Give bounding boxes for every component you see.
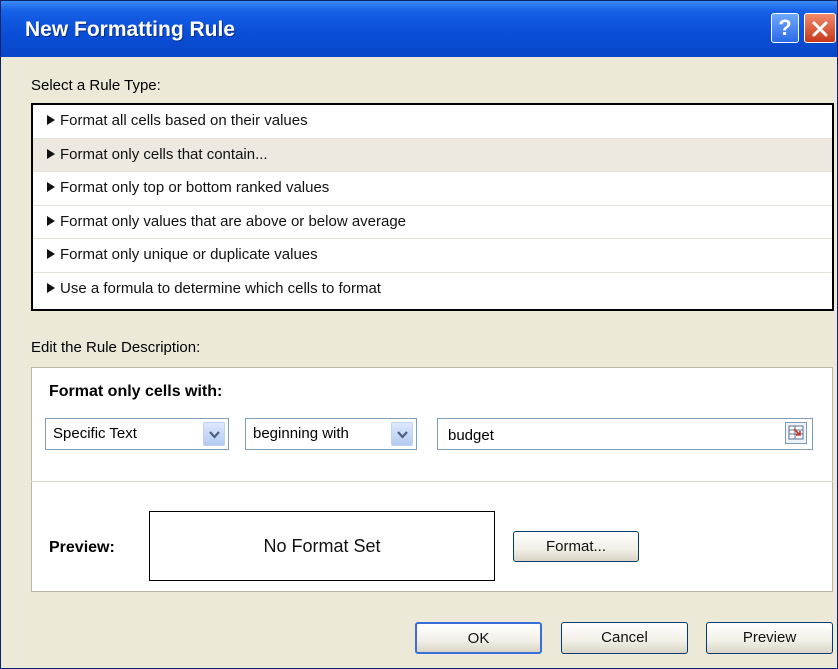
- collapse-dialog-button[interactable]: [785, 422, 807, 444]
- preview-box: No Format Set: [149, 511, 495, 581]
- triangle-right-icon: [47, 182, 55, 193]
- condition-type-value: Specific Text: [53, 425, 137, 442]
- condition-type-select[interactable]: Specific Text: [45, 418, 229, 450]
- operator-select[interactable]: beginning with: [245, 418, 417, 450]
- help-icon: ?: [778, 15, 792, 40]
- chevron-down-icon: [209, 431, 220, 439]
- chevron-down-icon: [397, 431, 408, 439]
- ok-button-label: OK: [467, 630, 490, 647]
- triangle-right-icon: [47, 215, 55, 226]
- rule-description-label: Edit the Rule Description:: [31, 339, 201, 356]
- preview-label: Preview:: [49, 539, 115, 556]
- rule-type-item-selected[interactable]: Format only cells that contain...: [33, 137, 832, 172]
- rule-type-item-label: Format only top or bottom ranked values: [60, 179, 330, 197]
- help-button[interactable]: ?: [771, 13, 799, 43]
- dropdown-button[interactable]: [391, 422, 413, 446]
- operator-value: beginning with: [253, 425, 349, 442]
- triangle-right-icon: [47, 249, 55, 260]
- rule-type-item-label: Format only values that are above or bel…: [60, 212, 407, 230]
- preview-button[interactable]: Preview: [706, 622, 833, 654]
- triangle-right-icon: [47, 283, 55, 293]
- triangle-right-icon: [47, 148, 55, 159]
- close-button[interactable]: [804, 13, 836, 43]
- title-bar[interactable]: New Formatting Rule ?: [1, 1, 837, 57]
- range-selector-icon: [788, 425, 804, 440]
- rule-type-list[interactable]: Format all cells based on their values F…: [31, 103, 834, 311]
- rule-type-item[interactable]: Format only top or bottom ranked values: [33, 171, 832, 205]
- rule-type-item-label: Format only cells that contain...: [60, 145, 268, 163]
- cancel-button[interactable]: Cancel: [561, 622, 688, 654]
- dropdown-button[interactable]: [203, 422, 225, 446]
- rule-type-item-label: Format all cells based on their values: [60, 112, 308, 129]
- rule-type-item[interactable]: Use a formula to determine which cells t…: [33, 271, 832, 306]
- preview-text: No Format Set: [263, 536, 381, 556]
- rule-value-field[interactable]: [437, 418, 813, 451]
- preview-button-label: Preview: [742, 629, 797, 646]
- cancel-button-label: Cancel: [601, 629, 648, 646]
- close-icon: [812, 21, 828, 37]
- rule-type-item[interactable]: Format only unique or duplicate values: [33, 238, 832, 272]
- description-divider: [31, 481, 833, 482]
- rule-type-item[interactable]: Format all cells based on their values: [33, 105, 832, 138]
- rule-type-item-label: Format only unique or duplicate values: [60, 246, 318, 264]
- new-formatting-rule-dialog: New Formatting Rule ? Select a Rule Type…: [0, 0, 838, 669]
- rule-type-item[interactable]: Format only values that are above or bel…: [33, 204, 832, 239]
- format-button-label: Format...: [545, 538, 606, 555]
- rule-type-item-label: Use a formula to determine which cells t…: [60, 279, 381, 297]
- rule-type-label: Select a Rule Type:: [31, 77, 161, 94]
- format-button[interactable]: Format...: [513, 531, 639, 562]
- ok-button[interactable]: OK: [415, 622, 542, 654]
- dialog-title: New Formatting Rule: [25, 18, 236, 41]
- format-cells-heading: Format only cells with:: [49, 383, 223, 400]
- rule-value-input[interactable]: [438, 419, 780, 451]
- triangle-right-icon: [47, 115, 55, 126]
